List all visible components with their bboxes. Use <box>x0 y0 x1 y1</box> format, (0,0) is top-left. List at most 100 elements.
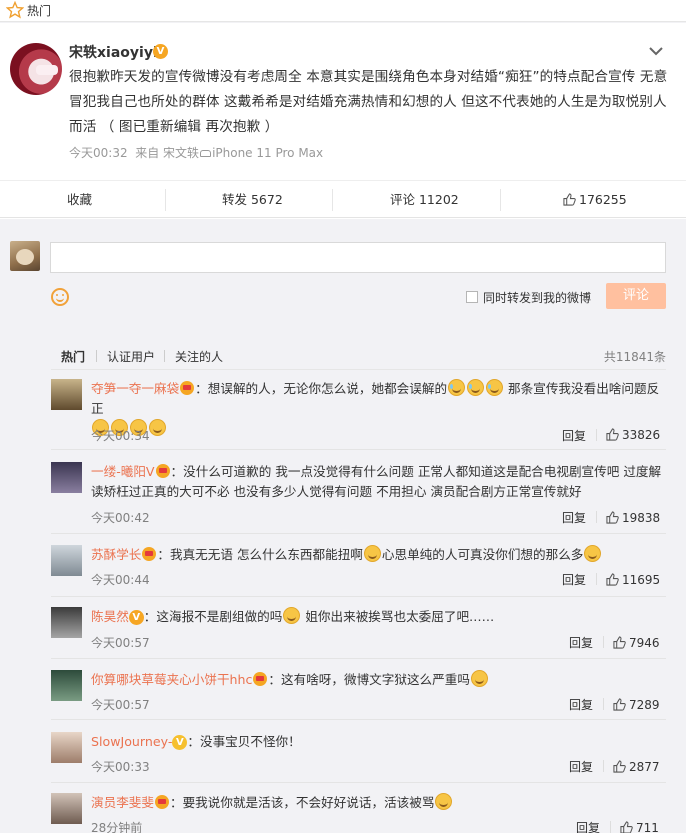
comment-item: 演员李斐斐 ：要我说你就是活该，不会好好说话，活该被骂 28分钟前 回复 711 <box>51 793 666 833</box>
comment-input[interactable] <box>50 242 666 273</box>
hot-header: 热门 <box>0 0 686 22</box>
comment-like-button[interactable]: 7289 <box>613 698 660 712</box>
commenter-avatar[interactable] <box>51 670 82 701</box>
laugh-cry-emoji-icon <box>467 379 485 396</box>
reply-button[interactable]: 回复 <box>569 634 593 651</box>
comment-text: 苏酥学长 ：我真无无语 怎么什么东西都能扭啊 心思单纯的人可真没你们想的那么多 <box>91 545 666 565</box>
comment-like-count: 19838 <box>622 511 661 525</box>
reply-button[interactable]: 回复 <box>569 696 593 713</box>
comment-body: ：我真无无语 怎么什么东西都能扭啊 <box>157 547 363 562</box>
comment-time: 28分钟前 <box>91 821 143 833</box>
divider <box>596 573 597 585</box>
post-meta: 今天00:32 来自 宋文轶 iPhone 11 Pro Max <box>69 144 323 161</box>
verified-badge-icon: V <box>128 610 144 625</box>
comment-body: ：没什么可道歉的 我一点没觉得有什么问题 正常人都知道这是配合电视剧宣传吧 过度… <box>91 464 662 499</box>
star-icon <box>6 1 24 19</box>
comment-time: 今天00:42 <box>91 511 150 525</box>
comment-text: 一缕-曦阳V ：没什么可道歉的 我一点没觉得有什么问题 正常人都知道这是配合电视剧… <box>91 462 666 502</box>
divider <box>96 350 97 362</box>
divider <box>165 189 166 211</box>
divider <box>332 189 333 211</box>
commenter-name[interactable]: 你算哪块草莓夹心小饼干hhc <box>91 672 252 687</box>
commenter-name[interactable]: 苏酥学长 <box>91 547 141 562</box>
comment-item: 陈昊然 V ：这海报不是剧组做的吗 姐你出来被挨骂也太委屈了吧…… 今天00:57 … <box>51 607 666 659</box>
thumbs-up-icon <box>606 428 619 441</box>
comment-text: 演员李斐斐 ：要我说你就是活该，不会好好说话，活该被骂 <box>91 793 666 813</box>
laugh-cry-emoji-icon <box>486 379 504 396</box>
chevron-down-icon[interactable] <box>648 43 664 59</box>
tired-emoji-icon <box>363 545 381 562</box>
author-avatar[interactable] <box>10 43 62 95</box>
comment-text: 陈昊然 V ：这海报不是剧组做的吗 姐你出来被挨骂也太委屈了吧…… <box>91 607 666 627</box>
crown-badge-icon <box>253 672 268 686</box>
crown-badge-icon <box>154 795 169 809</box>
comment-like-button[interactable]: 11695 <box>606 573 660 587</box>
comment-like-button[interactable]: 711 <box>620 821 659 833</box>
comment-item: 你算哪块草莓夹心小饼干hhc ：这有啥呀，微博文字狱这么严重吗 今天00:57 回… <box>51 670 666 720</box>
thumbs-up-icon <box>613 636 626 649</box>
reply-button[interactable]: 回复 <box>569 758 593 775</box>
divider <box>164 350 165 362</box>
comment-time: 今天00:57 <box>91 636 150 650</box>
author-name[interactable]: 宋轶xiaoyiyi <box>69 42 158 62</box>
comment-like-button[interactable]: 33826 <box>606 428 660 442</box>
forward-checkbox[interactable] <box>466 291 478 303</box>
reply-button[interactable]: 回复 <box>562 427 586 444</box>
repost-button[interactable]: 转发 5672 <box>222 181 283 219</box>
comment-body: 姐你出来被挨骂也太委屈了吧…… <box>305 609 495 624</box>
comment-like-button[interactable]: 7946 <box>613 636 660 650</box>
post-device: iPhone 11 Pro Max <box>212 146 324 160</box>
post-source: 来自 宋文轶 <box>135 146 200 160</box>
comment-body: 心思单纯的人可真没你们想的那么多 <box>381 547 584 562</box>
comment-like-button[interactable]: 19838 <box>606 511 660 525</box>
verified-badge-icon: V <box>153 44 168 59</box>
filter-following[interactable]: 关注的人 <box>175 348 223 365</box>
comment-like-button[interactable]: 2877 <box>613 760 660 774</box>
comment-body: ：这海报不是剧组做的吗 <box>143 609 283 624</box>
crown-badge-icon <box>142 547 157 561</box>
reply-button[interactable]: 回复 <box>562 571 586 588</box>
favorite-button[interactable]: 收藏 <box>67 181 92 219</box>
commenter-avatar[interactable] <box>51 732 82 763</box>
like-button[interactable]: 176255 <box>563 181 627 219</box>
comment-body: ：想误解的人，无论你怎么说，她都会误解的 <box>195 381 448 396</box>
reply-button[interactable]: 回复 <box>576 819 600 833</box>
filter-verified[interactable]: 认证用户 <box>107 348 155 365</box>
commenter-name[interactable]: 演员李斐斐 <box>91 795 154 810</box>
reply-button[interactable]: 回复 <box>562 509 586 526</box>
car-icon <box>200 150 212 157</box>
commenter-name[interactable]: 夺笋一夺一麻袋 <box>91 381 179 396</box>
commenter-avatar[interactable] <box>51 607 82 638</box>
emoji-icon[interactable] <box>51 288 69 306</box>
commenter-avatar[interactable] <box>51 545 82 576</box>
divider <box>603 760 604 772</box>
comment-text: 你算哪块草莓夹心小饼干hhc ：这有啥呀，微博文字狱这么严重吗 <box>91 670 666 690</box>
my-avatar[interactable] <box>10 241 40 271</box>
crown-badge-icon <box>155 464 170 478</box>
comment-item: 夺笋一夺一麻袋 ：想误解的人，无论你怎么说，她都会误解的 那条宣传我没看出啥问题反… <box>51 379 666 450</box>
divider <box>610 821 611 833</box>
comment-body: ：要我说你就是活该，不会好好说话，活该被骂 <box>169 795 435 810</box>
commenter-name[interactable]: 陈昊然 <box>91 609 129 624</box>
commenter-avatar[interactable] <box>51 462 82 493</box>
forward-label[interactable]: 同时转发到我的微博 <box>483 289 591 306</box>
comment-item: 一缕-曦阳V ：没什么可道歉的 我一点没觉得有什么问题 正常人都知道这是配合电视剧… <box>51 462 666 534</box>
commenter-name[interactable]: 一缕-曦阳V <box>91 464 155 479</box>
thumbs-up-icon <box>613 760 626 773</box>
thumbs-up-icon <box>563 193 576 206</box>
commenter-avatar[interactable] <box>51 793 82 824</box>
laugh-cry-emoji-icon <box>448 379 466 396</box>
commenter-name[interactable]: SlowJourney- <box>91 734 172 749</box>
comment-text: SlowJourney- V ：没事宝贝不怪你！ <box>91 732 666 752</box>
submit-comment-button[interactable]: 评论 <box>606 283 666 309</box>
filter-hot[interactable]: 热门 <box>61 348 85 365</box>
comment-button[interactable]: 评论 11202 <box>390 181 459 219</box>
commenter-avatar[interactable] <box>51 379 82 410</box>
thumbs-up-icon <box>606 573 619 586</box>
grimace-emoji-icon <box>435 793 453 810</box>
comment-like-count: 2877 <box>629 760 660 774</box>
post-actions: 收藏 转发 5672 评论 11202 176255 <box>0 180 686 218</box>
like-count: 176255 <box>579 192 627 207</box>
post-time[interactable]: 今天00:32 <box>69 146 128 160</box>
post-text: 很抱歉昨天发的宣传微博没有考虑周全 本意其实是围绕角色本身对结婚“痴狂”的特点配… <box>69 69 668 135</box>
